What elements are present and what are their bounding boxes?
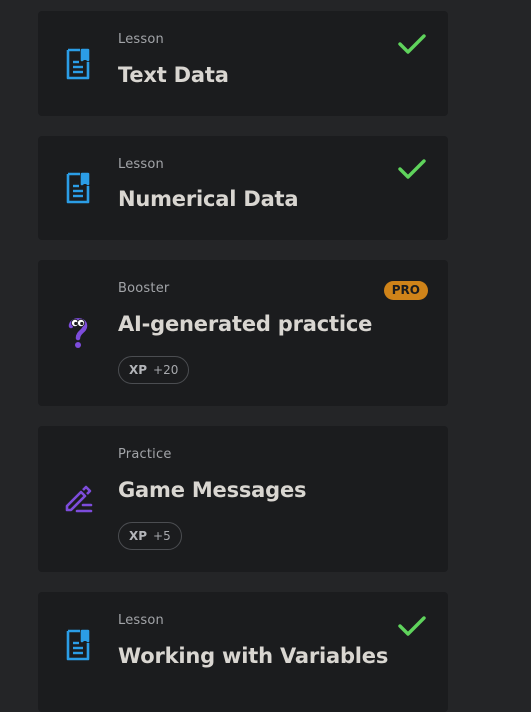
checkmark-icon <box>398 616 426 636</box>
booster-card-ai-practice[interactable]: Booster AI-generated practice PRO XP +20 <box>38 260 448 406</box>
pro-badge: PRO <box>383 281 428 300</box>
card-title: Text Data <box>118 63 229 87</box>
xp-value: +5 <box>153 529 171 543</box>
lesson-document-icon <box>63 171 93 205</box>
card-type-label: Practice <box>118 447 172 462</box>
lesson-card-working-with-variables[interactable]: Lesson Working with Variables <box>38 592 448 712</box>
xp-value: +20 <box>153 363 179 377</box>
checkmark-icon <box>398 159 426 179</box>
xp-reward-pill: XP +20 <box>118 356 190 384</box>
card-title: Game Messages <box>118 478 307 502</box>
card-title: AI-generated practice <box>118 312 373 336</box>
card-type-label: Lesson <box>118 157 164 172</box>
practice-card-game-messages[interactable]: Practice Game Messages XP +5 <box>38 426 448 572</box>
card-title: Numerical Data <box>118 187 299 211</box>
checkmark-icon <box>398 34 426 54</box>
card-type-label: Lesson <box>118 613 164 628</box>
question-mark-character-icon <box>63 316 93 350</box>
card-type-label: Booster <box>118 281 170 296</box>
lesson-list: Lesson Text Data Lesson Numerical Data B… <box>0 0 531 712</box>
xp-label: XP <box>129 363 148 377</box>
xp-label: XP <box>129 529 148 543</box>
xp-reward-pill: XP +5 <box>118 522 182 550</box>
card-type-label: Lesson <box>118 32 164 47</box>
lesson-document-icon <box>63 47 93 81</box>
lesson-card-numerical-data[interactable]: Lesson Numerical Data <box>38 136 448 240</box>
card-title: Working with Variables <box>118 644 389 668</box>
lesson-card-text-data[interactable]: Lesson Text Data <box>38 11 448 116</box>
pencil-icon <box>63 482 93 516</box>
lesson-document-icon <box>63 628 93 662</box>
